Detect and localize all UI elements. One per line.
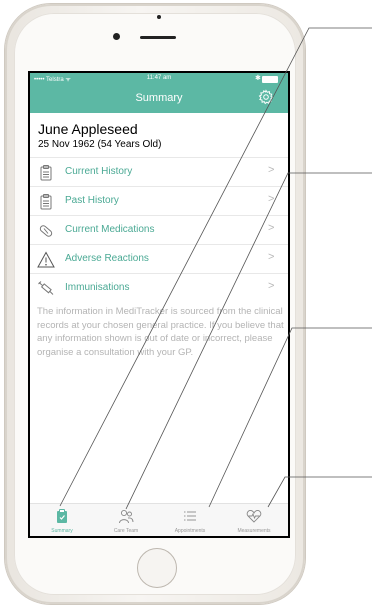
chevron-right-icon: > — [268, 222, 275, 234]
patient-name: June Appleseed — [38, 121, 138, 137]
menu-item-immunisations[interactable]: Immunisations > — [30, 273, 288, 302]
battery-icon — [262, 76, 278, 83]
menu-item-current-medications[interactable]: Current Medications > — [30, 215, 288, 244]
clipboard-icon — [40, 165, 52, 181]
chevron-right-icon: > — [268, 280, 275, 292]
earpiece-speaker — [140, 36, 176, 39]
sensor-dot — [157, 15, 161, 19]
app-header: ••••• Telstra ᯤ 11:47 am ✱ Summary — [30, 73, 288, 113]
chevron-right-icon: > — [268, 164, 275, 176]
menu-item-current-history[interactable]: Current History > — [30, 157, 288, 186]
info-disclaimer: The information in MediTracker is source… — [37, 306, 284, 358]
chevron-right-icon: > — [268, 251, 275, 263]
tab-care-team[interactable]: Care Team — [94, 504, 158, 536]
status-time: 11:47 am — [146, 75, 172, 81]
clipboard-icon — [40, 194, 52, 210]
home-button[interactable] — [137, 548, 177, 588]
tab-summary[interactable]: Summary — [30, 504, 94, 536]
tab-label: Summary — [51, 528, 73, 534]
care-team-icon — [119, 509, 134, 524]
patient-dob: 25 Nov 1962 (54 Years Old) — [38, 139, 162, 150]
tab-bar: Summary Care Team Appointments Measureme… — [30, 503, 288, 536]
page-title: Summary — [135, 92, 183, 104]
pill-icon — [39, 225, 53, 237]
chevron-right-icon: > — [268, 193, 275, 205]
app-screen: ••••• Telstra ᯤ 11:47 am ✱ Summary June … — [30, 73, 288, 536]
menu-item-adverse-reactions[interactable]: Adverse Reactions > — [30, 244, 288, 273]
menu-item-past-history[interactable]: Past History > — [30, 186, 288, 215]
appointments-icon — [184, 511, 196, 521]
tab-appointments[interactable]: Appointments — [158, 504, 222, 536]
warning-icon — [37, 251, 55, 268]
settings-gear-icon[interactable] — [258, 89, 274, 105]
tab-label: Measurements — [237, 528, 271, 534]
tab-measurements[interactable]: Measurements — [222, 504, 286, 536]
heart-icon — [246, 510, 262, 523]
summary-icon — [57, 509, 67, 523]
bluetooth-icon: ✱ — [255, 75, 261, 82]
menu-item-label: Immunisations — [65, 282, 130, 293]
status-bar: ••••• Telstra ᯤ 11:47 am ✱ — [30, 74, 288, 84]
syringe-icon — [38, 281, 54, 295]
tab-label: Appointments — [174, 528, 206, 534]
menu-item-label: Current Medications — [65, 224, 155, 235]
menu-item-label: Current History — [65, 166, 133, 177]
front-camera — [113, 33, 120, 40]
menu-item-label: Adverse Reactions — [65, 253, 149, 264]
summary-menu: Current History > Past History > Current… — [30, 157, 288, 302]
tab-label: Care Team — [113, 528, 139, 534]
menu-item-label: Past History — [65, 195, 119, 206]
phone-screen: ••••• Telstra ᯤ 11:47 am ✱ Summary June … — [28, 71, 290, 538]
